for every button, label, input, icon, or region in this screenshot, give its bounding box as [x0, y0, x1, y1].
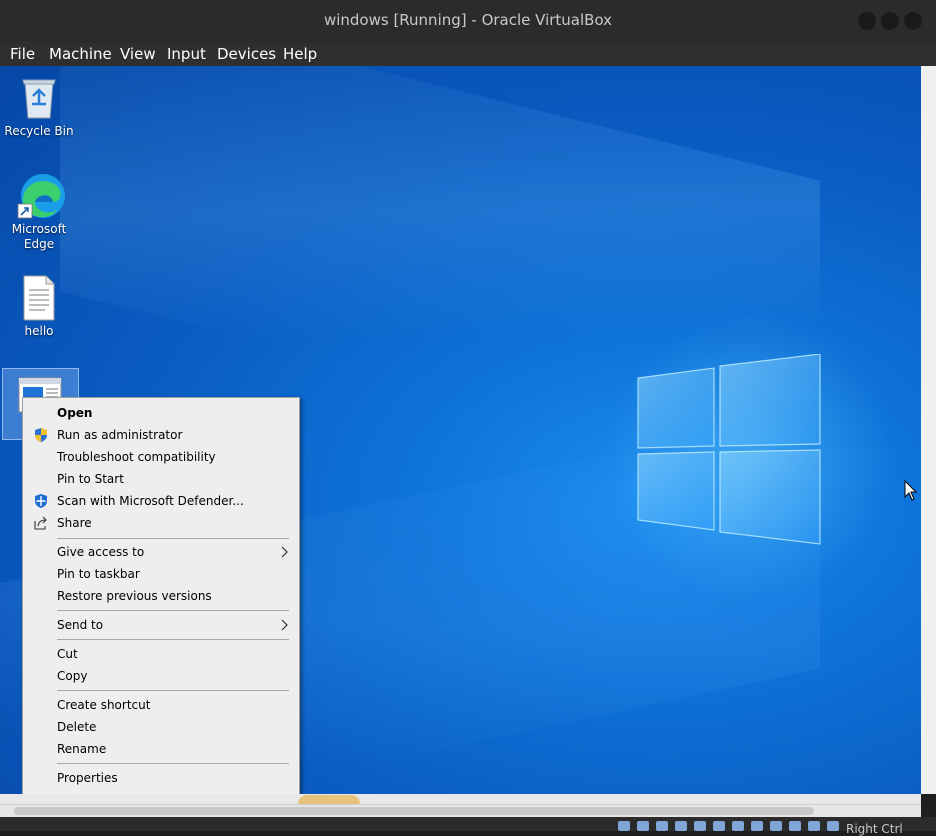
scrollbar-thumb[interactable]	[14, 807, 814, 815]
vm-statusbar: Right Ctrl	[0, 817, 936, 836]
windows-logo-icon	[637, 354, 821, 545]
shared-folders-icon[interactable]	[713, 821, 725, 831]
horizontal-scrollbar[interactable]	[0, 804, 921, 818]
host-key-label: Right Ctrl	[846, 822, 903, 836]
recycle-bin-icon	[17, 74, 61, 122]
menu-devices[interactable]: Devices	[217, 45, 276, 63]
text-file-icon	[17, 274, 61, 322]
menu-separator	[57, 763, 289, 764]
optical-drive-icon[interactable]	[637, 821, 649, 831]
context-menu-item-open[interactable]: Open	[23, 402, 299, 424]
desktop-icon-label: Microsoft Edge	[11, 222, 67, 251]
context-menu-item-cut[interactable]: Cut	[23, 643, 299, 665]
menu-separator	[57, 610, 289, 611]
menu-view[interactable]: View	[120, 45, 156, 63]
keyboard-icon[interactable]	[808, 821, 820, 831]
network-icon[interactable]	[675, 821, 687, 831]
desktop-icon-hello[interactable]: hello	[1, 274, 77, 339]
context-menu-item-create-shortcut[interactable]: Create shortcut	[23, 694, 299, 716]
edge-icon	[17, 172, 65, 220]
context-menu-item-scan-with-defender[interactable]: Scan with Microsoft Defender...	[23, 490, 299, 512]
window-title: windows [Running] - Oracle VirtualBox	[323, 11, 613, 29]
context-menu-item-pin-to-taskbar[interactable]: Pin to taskbar	[23, 563, 299, 585]
vertical-scrollbar[interactable]	[921, 66, 936, 794]
chevron-right-icon	[281, 546, 288, 558]
context-menu-item-restore-previous-versions[interactable]: Restore previous versions	[23, 585, 299, 607]
vm-window-titlebar[interactable]: windows [Running] - Oracle VirtualBox	[0, 0, 936, 42]
share-icon	[34, 516, 47, 530]
context-menu-item-pin-to-start[interactable]: Pin to Start	[23, 468, 299, 490]
context-menu-item-share[interactable]: Share	[23, 512, 299, 534]
desktop-icon-label: Recycle Bin	[4, 124, 74, 138]
vm-menubar: File Machine View Input Devices Help	[0, 42, 936, 66]
menu-separator	[57, 538, 289, 539]
context-menu-item-troubleshoot-compatibility[interactable]: Troubleshoot compatibility	[23, 446, 299, 468]
context-menu-item-delete[interactable]: Delete	[23, 716, 299, 738]
hard-disk-icon[interactable]	[618, 821, 630, 831]
menu-machine[interactable]: Machine	[49, 45, 112, 63]
mouse-integration-icon[interactable]	[789, 821, 801, 831]
menu-help[interactable]: Help	[283, 45, 317, 63]
context-menu-item-copy[interactable]: Copy	[23, 665, 299, 687]
desktop-icon-microsoft-edge[interactable]: Microsoft Edge	[1, 172, 77, 252]
shield-icon	[35, 428, 47, 442]
context-menu: Open Run as administrator Troubleshoot c…	[22, 397, 300, 794]
guest-desktop[interactable]: Recycle Bin Microsoft Edge hello Open Ru…	[0, 66, 921, 794]
guest-taskbar	[0, 794, 921, 804]
desktop-icon-label: hello	[24, 324, 54, 338]
mouse-cursor-icon	[904, 480, 918, 501]
menu-file[interactable]: File	[10, 45, 35, 63]
context-menu-item-properties[interactable]: Properties	[23, 767, 299, 789]
maximize-button[interactable]	[881, 12, 899, 30]
context-menu-item-send-to[interactable]: Send to	[23, 614, 299, 636]
menu-separator	[57, 639, 289, 640]
menu-separator	[57, 690, 289, 691]
chevron-right-icon	[281, 619, 288, 631]
audio-icon[interactable]	[656, 821, 668, 831]
menu-input[interactable]: Input	[167, 45, 206, 63]
cpu-icon[interactable]	[770, 821, 782, 831]
context-menu-item-rename[interactable]: Rename	[23, 738, 299, 760]
minimize-button[interactable]	[858, 12, 876, 30]
close-button[interactable]	[904, 12, 922, 30]
defender-icon	[35, 494, 47, 508]
context-menu-item-give-access-to[interactable]: Give access to	[23, 541, 299, 563]
capture-icon[interactable]	[827, 821, 839, 831]
context-menu-item-run-as-administrator[interactable]: Run as administrator	[23, 424, 299, 446]
taskbar-app-icon[interactable]	[298, 795, 360, 804]
display-icon[interactable]	[732, 821, 744, 831]
usb-icon[interactable]	[694, 821, 706, 831]
desktop-icon-recycle-bin[interactable]: Recycle Bin	[1, 74, 77, 139]
recording-icon[interactable]	[751, 821, 763, 831]
